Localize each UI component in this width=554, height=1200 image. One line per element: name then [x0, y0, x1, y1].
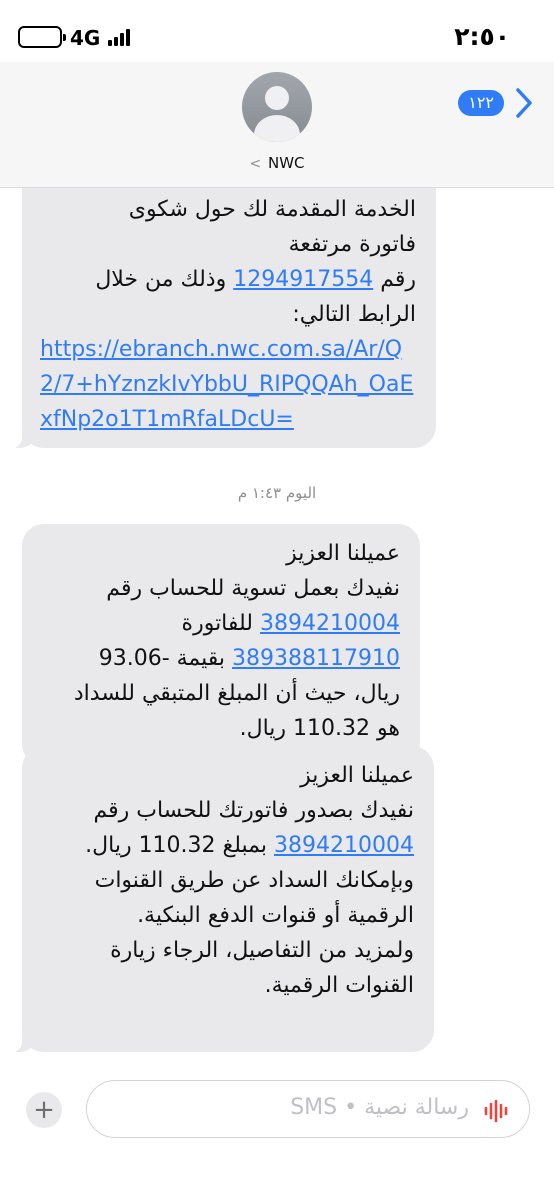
- message-text: الخدمة المقدمة لك حول شكوى: [128, 197, 416, 222]
- account-number-link[interactable]: 3894210004: [274, 833, 414, 858]
- message-text: نفيدك بعمل تسوية للحساب رقم: [106, 576, 400, 601]
- message-list[interactable]: الخدمة المقدمة لك حول شكوى فاتورة مرتفعة…: [0, 188, 554, 1068]
- message-text: بقيمة -93.06: [98, 646, 226, 671]
- chevron-right-icon: [516, 88, 532, 118]
- message-bubble[interactable]: عميلنا العزيز نفيدك بعمل تسوية للحساب رق…: [22, 524, 420, 766]
- message-text: ولمزيد من التفاصيل، الرجاء زيارة: [110, 938, 414, 963]
- signal-icon: [108, 28, 132, 46]
- message-timestamp: اليوم ١:٤٣ م: [237, 484, 317, 502]
- message-greeting: عميلنا العزيز: [300, 763, 414, 788]
- battery-icon: [18, 26, 66, 48]
- network-type: 4G: [70, 26, 101, 50]
- status-bar: 4G ٢:٥٠: [0, 0, 554, 62]
- message-text: ريال، حيث أن المبلغ المتبقي للسداد: [73, 681, 400, 706]
- add-attachment-button[interactable]: +: [26, 1092, 62, 1128]
- unread-count-badge: ١٢٢: [458, 90, 504, 116]
- status-time: ٢:٥٠: [454, 22, 510, 51]
- back-button[interactable]: ١٢٢: [458, 86, 536, 120]
- person-icon: [265, 86, 289, 110]
- message-input[interactable]: رسالة نصية • SMS: [86, 1080, 530, 1138]
- message-text: فاتورة مرتفعة: [288, 232, 416, 257]
- message-text: نفيدك بصدور فاتورتك للحساب رقم: [93, 798, 414, 823]
- message-text: الرقمية أو قنوات الدفع البنكية.: [137, 903, 414, 928]
- complaint-number-link[interactable]: 1294917554: [233, 267, 373, 292]
- bill-number-link[interactable]: 389388117910: [232, 646, 400, 671]
- message-composer: + رسالة نصية • SMS: [0, 1070, 554, 1200]
- message-text: للفاتورة: [181, 611, 254, 636]
- voice-waveform-icon[interactable]: [483, 1099, 511, 1123]
- conversation-header: < NWC ١٢٢: [0, 62, 554, 188]
- message-text: وذلك من خلال: [95, 267, 227, 292]
- message-bubble[interactable]: عميلنا العزيز نفيدك بصدور فاتورتك للحساب…: [6, 746, 434, 1052]
- plus-icon: +: [33, 1095, 55, 1125]
- message-text: القنوات الرقمية.: [264, 973, 414, 998]
- contact-name[interactable]: < NWC: [0, 154, 554, 172]
- message-text: بمبلغ 110.32 ريال.: [85, 833, 268, 858]
- message-text: الرابط التالي:: [292, 302, 416, 327]
- contact-avatar[interactable]: [242, 72, 312, 142]
- message-bubble[interactable]: الخدمة المقدمة لك حول شكوى فاتورة مرتفعة…: [6, 188, 436, 448]
- message-input-placeholder: رسالة نصية • SMS: [290, 1095, 469, 1120]
- ebranch-url-link[interactable]: https://ebranch.nwc.com.sa/Ar/Q2/7+hYznz…: [40, 332, 416, 437]
- chevron-left-icon: <: [249, 156, 262, 172]
- message-greeting: عميلنا العزيز: [286, 541, 400, 566]
- account-number-link[interactable]: 3894210004: [260, 611, 400, 636]
- message-text: هو 110.32 ريال.: [239, 716, 400, 741]
- message-text: وبإمكانك السداد عن طريق القنوات: [94, 868, 414, 893]
- message-text: رقم: [380, 267, 416, 292]
